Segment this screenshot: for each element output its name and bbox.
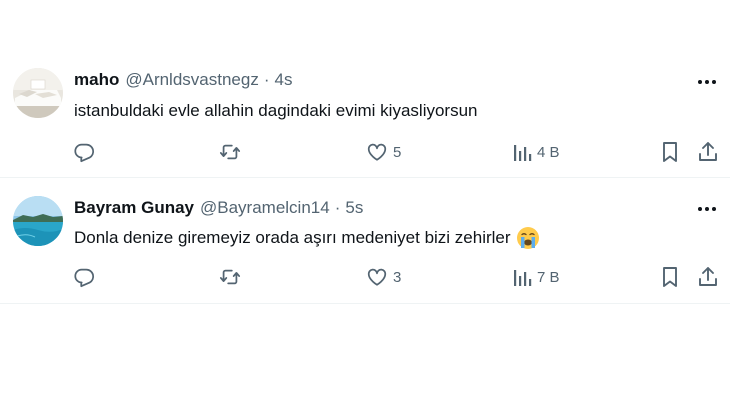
like-count: 5 bbox=[393, 143, 402, 161]
bookmark-button[interactable] bbox=[660, 264, 680, 290]
views-icon bbox=[513, 266, 533, 288]
more-button[interactable] bbox=[696, 70, 718, 92]
bookmark-button[interactable] bbox=[660, 139, 680, 165]
reply-button[interactable] bbox=[73, 264, 95, 290]
tweet-text: istanbuldaki evle allahin dagindaki evim… bbox=[74, 101, 478, 121]
reply-button[interactable] bbox=[73, 139, 95, 165]
share-icon bbox=[697, 266, 719, 288]
tweet-header: maho @Arnldsvastnegz · 4s bbox=[74, 69, 292, 91]
retweet-icon bbox=[218, 141, 242, 163]
tweet-text-content: istanbuldaki evle allahin dagindaki evim… bbox=[74, 101, 478, 120]
reply-icon bbox=[73, 266, 95, 288]
like-icon bbox=[365, 141, 389, 163]
share-button[interactable] bbox=[697, 264, 719, 290]
display-name[interactable]: maho bbox=[74, 70, 119, 90]
retweet-icon bbox=[218, 266, 242, 288]
avatar[interactable] bbox=[13, 196, 63, 246]
avatar[interactable] bbox=[13, 68, 63, 118]
separator-dot: · bbox=[263, 70, 270, 89]
more-icon bbox=[697, 72, 717, 90]
tweet-text: Donla denize giremeyiz orada aşırı meden… bbox=[74, 226, 540, 250]
timestamp[interactable]: 5s bbox=[345, 198, 363, 218]
display-name[interactable]: Bayram Gunay bbox=[74, 198, 194, 218]
more-icon bbox=[697, 199, 717, 217]
tweet[interactable]: maho @Arnldsvastnegz · 4s istanbuldaki e… bbox=[0, 50, 730, 178]
view-count: 7 B bbox=[537, 268, 560, 286]
retweet-button[interactable] bbox=[218, 264, 242, 290]
bookmark-icon bbox=[660, 141, 680, 163]
share-button[interactable] bbox=[697, 139, 719, 165]
separator-dot: · bbox=[334, 198, 341, 217]
share-icon bbox=[697, 141, 719, 163]
reply-icon bbox=[73, 141, 95, 163]
views-button[interactable]: 4 B bbox=[513, 139, 560, 165]
bookmark-icon bbox=[660, 266, 680, 288]
more-button[interactable] bbox=[696, 197, 718, 219]
tweet-header: Bayram Gunay @Bayramelcin14 · 5s bbox=[74, 197, 363, 219]
like-button[interactable]: 5 bbox=[365, 139, 401, 165]
tweet-actions: 3 7 B bbox=[0, 264, 730, 290]
view-count: 4 B bbox=[537, 143, 560, 161]
retweet-button[interactable] bbox=[218, 139, 242, 165]
timestamp[interactable]: 4s bbox=[275, 70, 293, 90]
views-icon bbox=[513, 141, 533, 163]
tweet[interactable]: Bayram Gunay @Bayramelcin14 · 5s Donla d… bbox=[0, 180, 730, 304]
tweet-actions: 5 4 B bbox=[0, 139, 730, 165]
like-button[interactable]: 3 bbox=[365, 264, 401, 290]
views-button[interactable]: 7 B bbox=[513, 264, 560, 290]
user-handle[interactable]: @Arnldsvastnegz bbox=[125, 70, 259, 90]
like-count: 3 bbox=[393, 268, 402, 286]
user-handle[interactable]: @Bayramelcin14 bbox=[200, 198, 330, 218]
crying-face-emoji bbox=[516, 226, 540, 250]
tweet-text-content: Donla denize giremeyiz orada aşırı meden… bbox=[74, 228, 511, 247]
like-icon bbox=[365, 266, 389, 288]
